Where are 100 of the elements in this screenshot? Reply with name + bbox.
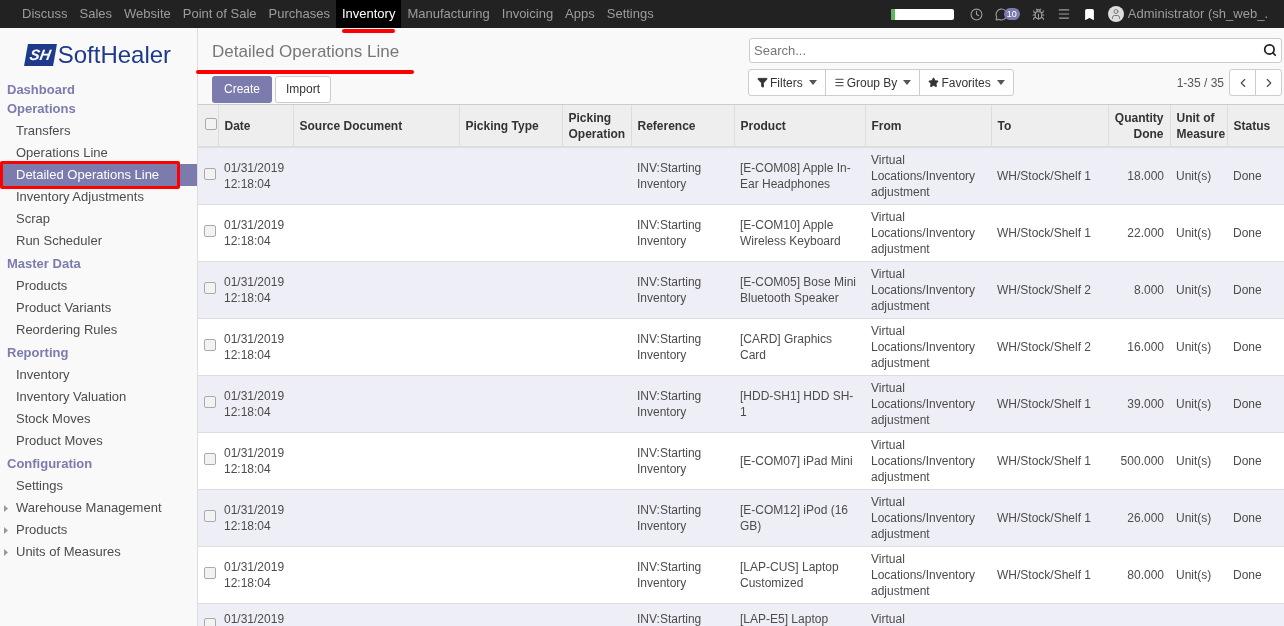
column-header[interactable]: From (865, 105, 991, 147)
app-menu-item[interactable]: Sales (73, 0, 119, 28)
section-title[interactable]: Configuration (0, 456, 197, 472)
column-header[interactable]: Quantity Done (1108, 105, 1170, 147)
app-menu-item[interactable]: Discuss (16, 0, 74, 28)
table-cell: 01/31/2019 (224, 611, 285, 626)
app-menu-item[interactable]: Apps (559, 0, 601, 28)
table-cell: WH/Stock/Shelf 1 (997, 168, 1092, 183)
previous-page-button[interactable] (1229, 69, 1256, 96)
column-header[interactable]: Reference (631, 105, 734, 147)
sidebar-item[interactable]: Stock Moves (0, 408, 197, 430)
create-button[interactable]: Create (212, 75, 273, 103)
table-cell: Virtual Locations/Inventory adjustment (871, 209, 976, 256)
table-cell: Virtual Locations/Inventory adjustment (871, 323, 976, 370)
section-title[interactable]: Master Data (0, 256, 197, 272)
checkbox[interactable] (204, 338, 216, 351)
app-menu-item[interactable]: Purchases (262, 0, 336, 28)
table-cell: 01/31/2019 12:18:04 (224, 502, 285, 533)
checkbox[interactable] (204, 566, 216, 579)
user-name[interactable]: Administrator (sh_web_. (1127, 4, 1268, 24)
checkbox[interactable] (204, 509, 216, 522)
search-field[interactable]: Search... (749, 38, 1282, 63)
checkbox[interactable] (204, 452, 216, 465)
table-cell: INV:Starting Inventory (637, 445, 702, 476)
caret-icon (903, 80, 912, 85)
sidebar-item[interactable]: Product Moves (0, 430, 197, 452)
app-menu-item[interactable]: Inventory (335, 0, 402, 28)
checkbox[interactable] (204, 117, 217, 130)
table-cell: WH/Stock/Shelf 1 (997, 510, 1092, 525)
search-option-dropdown[interactable]: Favorites (919, 69, 1014, 96)
table-cell: WH/Stock/Shelf 1 (997, 396, 1092, 411)
sidebar-item[interactable]: Inventory Adjustments (0, 186, 197, 208)
page-title: Detailed Operations Line (212, 42, 400, 61)
table-cell: Done (1233, 510, 1262, 525)
column-header[interactable]: Picking Type (459, 105, 562, 147)
table-cell: Virtual Locations/Inventory adjustment (871, 266, 976, 313)
checkbox[interactable] (204, 281, 216, 294)
table-cell: Virtual Locations/Inventory adjustment (871, 494, 976, 541)
menu-icon[interactable] (1056, 7, 1071, 21)
sidebar-item[interactable]: Units of Measures (0, 541, 197, 563)
table-cell: Unit(s) (1176, 282, 1212, 297)
checkbox[interactable] (204, 224, 216, 237)
sidebar-item[interactable]: Products (0, 275, 197, 297)
table-cell: INV:Starting Inventory (637, 502, 702, 533)
column-header[interactable]: To (991, 105, 1108, 147)
search-icon[interactable] (1263, 43, 1277, 57)
section-title[interactable]: Reporting (0, 345, 197, 361)
logo-mark: SH (23, 44, 57, 66)
sidebar-item[interactable]: Inventory Valuation (0, 386, 197, 408)
sidebar-item[interactable]: Settings (0, 475, 197, 497)
app-menu-item[interactable]: Settings (600, 0, 660, 28)
sidebar-item[interactable]: Scrap (0, 208, 197, 230)
table-cell: 80.000 (1127, 567, 1164, 582)
chat-icon[interactable] (994, 7, 1008, 21)
table-cell: INV:Starting Inventory (637, 559, 702, 590)
table-cell: 8.000 (1133, 282, 1164, 297)
search-option-dropdown[interactable]: Filters (748, 69, 826, 96)
column-header[interactable]: Source Document (293, 105, 459, 147)
next-page-button[interactable] (1255, 69, 1282, 96)
search-option-dropdown[interactable]: Group By (824, 69, 921, 96)
app-menu-item[interactable]: Website (118, 0, 177, 28)
table-cell: INV:Starting Inventory (637, 217, 702, 248)
bookmark-icon[interactable] (1082, 7, 1096, 21)
column-header[interactable]: Date (218, 105, 293, 147)
section-title[interactable]: Dashboard (0, 82, 197, 98)
section-title[interactable]: Operations (0, 101, 197, 117)
checkbox[interactable] (204, 617, 216, 626)
table-cell: [E-COM10] Apple Wireless Keyboard (740, 217, 841, 248)
sidebar-item[interactable]: Products (0, 519, 197, 541)
sidebar-item[interactable]: Inventory (0, 364, 197, 386)
column-header[interactable]: Status (1227, 105, 1284, 147)
sidebar-item[interactable]: Warehouse Management (0, 497, 197, 519)
app-menu-item[interactable]: Invoicing (495, 0, 560, 28)
import-button[interactable]: Import (275, 75, 332, 103)
table-cell: 16.000 (1127, 339, 1164, 354)
logo-name: SoftHealer (57, 43, 172, 67)
sidebar-item[interactable]: Reordering Rules (0, 319, 197, 341)
filter-icon (757, 77, 768, 88)
star-icon (928, 77, 940, 88)
sidebar-item[interactable]: Operations Line (0, 142, 197, 164)
clock-icon[interactable] (969, 7, 983, 21)
bug-icon[interactable] (1031, 7, 1045, 21)
sidebar-item[interactable]: Run Scheduler (0, 230, 197, 252)
sidebar-item[interactable]: Detailed Operations Line (0, 164, 197, 186)
checkbox[interactable] (204, 395, 216, 408)
table-cell: 01/31/2019 12:18:04 (224, 160, 285, 191)
app-menu-item[interactable]: Point of Sale (176, 0, 263, 28)
table-cell: 01/31/2019 12:18:04 (224, 331, 285, 362)
sidebar-item[interactable]: Product Variants (0, 297, 197, 319)
column-header[interactable]: Product (734, 105, 865, 147)
sidebar-item[interactable]: Transfers (0, 120, 197, 142)
table-cell: INV:Starting Inventory (637, 331, 702, 362)
checkbox[interactable] (204, 168, 216, 180)
table-cell: Done (1233, 396, 1262, 411)
table-cell: 01/31/2019 12:18:04 (224, 388, 285, 419)
app-menu-item[interactable]: Manufacturing (401, 0, 496, 28)
table-cell: Done (1233, 168, 1262, 183)
table-cell: Unit(s) (1176, 396, 1212, 411)
column-header[interactable]: Unit of Measure (1170, 105, 1227, 147)
column-header[interactable]: Picking Operation (562, 105, 631, 147)
